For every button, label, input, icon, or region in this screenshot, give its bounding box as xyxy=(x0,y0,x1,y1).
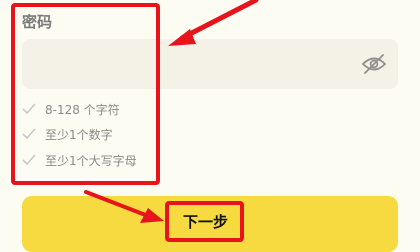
password-rule-text: 8-128 个字符 xyxy=(45,102,120,117)
password-rule-text: 至少1个数字 xyxy=(45,127,113,142)
password-rule-uppercase: 至少1个大写字母 xyxy=(22,152,137,168)
check-icon xyxy=(22,154,36,166)
password-label: 密码 xyxy=(22,13,53,31)
password-rule-text: 至少1个大写字母 xyxy=(45,153,137,168)
check-icon xyxy=(22,128,36,140)
check-icon xyxy=(22,103,36,115)
password-rule-length: 8-128 个字符 xyxy=(22,101,120,117)
password-input[interactable] xyxy=(22,39,398,89)
eye-off-icon[interactable] xyxy=(360,53,388,75)
next-button-label: 下一步 xyxy=(183,213,229,231)
password-rule-digit: 至少1个数字 xyxy=(22,126,113,142)
